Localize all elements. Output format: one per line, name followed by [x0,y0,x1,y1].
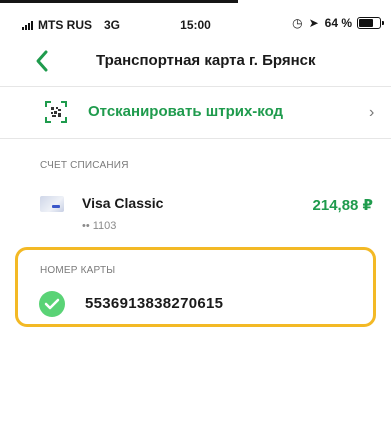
account-section-label: СЧЕТ СПИСАНИЯ [40,160,129,171]
battery-percent: 64 % [324,16,352,30]
bank-card-icon [40,196,64,212]
page-title: Транспортная карта г. Брянск [96,52,316,69]
back-button[interactable] [32,48,54,74]
chevron-left-icon [36,50,48,72]
alarm-icon: ◷ [292,16,303,30]
status-bar: MTS RUS 3G 15:00 ◷ ➤ 64 % [0,14,391,36]
top-strip [0,0,391,3]
account-number: •• 1103 [82,220,117,232]
payment-account-row[interactable]: Visa Classic •• 1103 214,88 ₽ [0,188,391,244]
location-arrow-icon: ➤ [308,16,319,30]
battery-icon [357,17,384,29]
card-section-label: НОМЕР КАРТЫ [40,265,116,276]
divider [0,138,391,139]
highlight-frame [15,247,376,327]
scan-barcode-button[interactable]: Отсканировать штрих-код › [0,86,391,138]
check-circle-icon [39,291,65,317]
nav-bar: Транспортная карта г. Брянск [0,44,391,78]
barcode-scan-icon [45,101,67,123]
card-number-field[interactable]: 5536913838270615 [85,295,223,312]
scan-label: Отсканировать штрих-код [88,103,284,120]
account-name: Visa Classic [82,195,164,211]
account-balance: 214,88 ₽ [312,197,373,214]
chevron-right-icon: › [369,104,375,121]
